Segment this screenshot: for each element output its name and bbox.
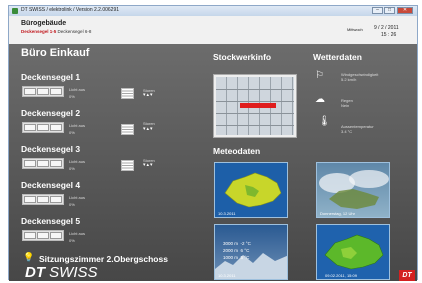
active-floor-marker bbox=[240, 103, 276, 108]
main-panel: Büro Einkauf Deckensegel 1 Licht aus 0% … bbox=[9, 44, 417, 281]
segment-1-level: 0% bbox=[69, 94, 75, 99]
wind-icon: ⚐ bbox=[315, 70, 324, 81]
map-forecast-2[interactable]: 09.02.2011, 15:09 bbox=[316, 224, 390, 280]
lightbulb-icon: 💡 bbox=[23, 252, 35, 262]
segment-5-switch[interactable] bbox=[22, 230, 64, 241]
segment-2-switch[interactable] bbox=[22, 122, 64, 133]
map-3-caption: 10.3.2011 bbox=[218, 273, 236, 278]
map-4-caption: 09.02.2011, 15:09 bbox=[325, 273, 357, 278]
blind-controls[interactable]: ▾▴▾ bbox=[143, 92, 154, 98]
close-icon[interactable]: ✕ bbox=[397, 7, 413, 14]
next-room-link[interactable]: Sitzungszimmer 2.Obergschoss bbox=[39, 254, 168, 264]
app-icon bbox=[12, 8, 18, 14]
segment-5-light: Licht aus bbox=[69, 231, 86, 236]
stockwerk-title: Stockwerkinfo bbox=[213, 52, 272, 62]
segment-2-level: 0% bbox=[69, 130, 75, 135]
thermometer-icon: 🌡 bbox=[318, 116, 331, 127]
weather-title: Wetterdaten bbox=[313, 52, 362, 62]
date: 9 / 2 / 2011 bbox=[374, 25, 399, 31]
segment-4-label: Deckensegel 4 bbox=[21, 180, 81, 190]
wind-reading: Windgeschwindigkeit 5.2 km/h bbox=[341, 72, 379, 82]
blind-controls[interactable]: ▾▴▾ bbox=[143, 162, 154, 168]
breadcrumb-active[interactable]: Deckensegel 1-5 bbox=[21, 29, 56, 34]
segment-1-label: Deckensegel 1 bbox=[21, 72, 81, 82]
map-1-caption: 10.3.2011 bbox=[218, 211, 236, 216]
logo-brand-1: DT bbox=[25, 264, 45, 281]
map-satellite[interactable]: Donnerstag, 12 Uhr bbox=[316, 162, 390, 218]
room-title: Büro Einkauf bbox=[21, 47, 90, 59]
blind-icon bbox=[121, 124, 134, 135]
temperature-reading: Aussentemperatur 3.4 °C bbox=[341, 124, 374, 134]
floor-plan[interactable] bbox=[213, 74, 297, 138]
breadcrumb: Deckensegel 1-5 Deckensegel 6-8 bbox=[21, 29, 91, 34]
segment-2-light: Licht aus bbox=[69, 123, 86, 128]
header: Bürogebäude Deckensegel 1-5 Deckensegel … bbox=[9, 16, 417, 44]
minimize-icon[interactable]: – bbox=[372, 7, 383, 14]
maximize-icon[interactable]: □ bbox=[384, 7, 395, 14]
altitude-row-1: 3000 m -2 °C bbox=[223, 241, 251, 246]
segment-5-label: Deckensegel 5 bbox=[21, 216, 81, 226]
segment-2-label: Deckensegel 2 bbox=[21, 108, 81, 118]
segment-1-switch[interactable] bbox=[22, 86, 64, 97]
map-forecast-1[interactable]: 10.3.2011 bbox=[214, 162, 288, 218]
segment-4-switch[interactable] bbox=[22, 194, 64, 205]
segment-4-light: Licht aus bbox=[69, 195, 86, 200]
segment-5-level: 0% bbox=[69, 238, 75, 243]
rain-reading: Regen Nein bbox=[341, 98, 353, 108]
altitude-row-3: 1000 m 5 °C bbox=[223, 255, 250, 260]
weekday: Mittwoch bbox=[347, 27, 363, 32]
segment-3-switch[interactable] bbox=[22, 158, 64, 169]
breadcrumb-other[interactable]: Deckensegel 6-8 bbox=[58, 29, 92, 34]
blind-controls[interactable]: ▾▴▾ bbox=[143, 126, 154, 132]
dt-swiss-logo: DT SWISS bbox=[25, 264, 98, 281]
window-title: DT SWISS / elektrolink / Version 2.2.006… bbox=[21, 7, 120, 13]
title-bar: DT SWISS / elektrolink / Version 2.2.006… bbox=[9, 6, 417, 16]
segment-1-light: Licht aus bbox=[69, 87, 86, 92]
segment-3-level: 0% bbox=[69, 166, 75, 171]
map-2-caption: Donnerstag, 12 Uhr bbox=[320, 211, 355, 216]
map-altitude[interactable]: 3000 m -2 °C 2000 m 6 °C 1000 m 5 °C 10.… bbox=[214, 224, 288, 280]
altitude-row-2: 2000 m 6 °C bbox=[223, 248, 250, 253]
blind-icon bbox=[121, 160, 134, 171]
app-window: DT SWISS / elektrolink / Version 2.2.006… bbox=[8, 5, 418, 281]
meteo-title: Meteodaten bbox=[213, 146, 261, 156]
logo-brand-2: SWISS bbox=[49, 264, 98, 281]
segment-3-label: Deckensegel 3 bbox=[21, 144, 81, 154]
building-title: Bürogebäude bbox=[21, 20, 67, 27]
segment-4-level: 0% bbox=[69, 202, 75, 207]
blind-icon bbox=[121, 88, 134, 99]
rain-cloud-icon: ☁ bbox=[315, 94, 325, 105]
time: 15 : 26 bbox=[381, 32, 397, 38]
segment-3-light: Licht aus bbox=[69, 159, 86, 164]
dt-badge-logo: DT bbox=[399, 270, 415, 281]
